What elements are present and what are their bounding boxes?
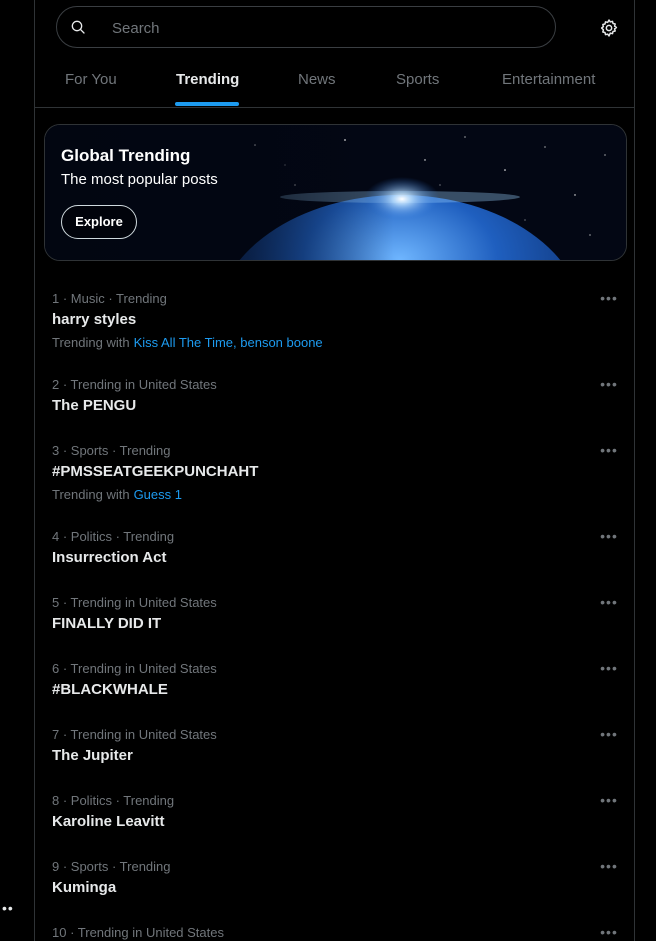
more-icon[interactable]: ••• <box>599 793 619 809</box>
more-icon[interactable]: ••• <box>599 859 619 875</box>
tab-news[interactable]: News <box>298 58 336 107</box>
tab-trending[interactable]: Trending <box>176 58 239 107</box>
tab-sports[interactable]: Sports <box>396 58 439 107</box>
active-tab-indicator <box>175 102 239 106</box>
trend-meta: 4 · Politics · Trending <box>52 529 175 544</box>
more-icon[interactable]: ••• <box>599 595 619 611</box>
trend-name: FINALLY DID IT <box>52 615 162 632</box>
trending-with-links[interactable]: Guess 1 <box>134 487 182 502</box>
explore-button[interactable]: Explore <box>61 205 137 239</box>
left-nav-edge: •• <box>0 0 34 941</box>
search-input[interactable] <box>110 7 534 49</box>
more-icon[interactable]: •• <box>2 901 14 915</box>
trend-meta: 8 · Politics · Trending <box>52 793 175 808</box>
trend-name: The PENGU <box>52 397 137 414</box>
search-icon <box>71 20 85 34</box>
more-icon[interactable]: ••• <box>599 727 619 743</box>
more-icon[interactable]: ••• <box>599 377 619 393</box>
banner-title: Global Trending <box>61 146 191 165</box>
trend-meta: 5 · Trending in United States <box>52 595 217 610</box>
trending-with-label: Trending with <box>52 487 130 502</box>
more-icon[interactable]: ••• <box>599 291 619 307</box>
trend-name: Karoline Leavitt <box>52 813 165 830</box>
more-icon[interactable]: ••• <box>599 925 619 941</box>
trend-name: #BLACKWHALE <box>52 681 168 698</box>
trend-meta: 2 · Trending in United States <box>52 377 217 392</box>
trend-name: The Jupiter <box>52 747 133 764</box>
trending-with-label: Trending with <box>52 335 130 350</box>
trend-meta: 10 · Trending in United States <box>52 925 224 940</box>
explore-column: For You Trending News Sports Entertainme… <box>34 0 635 941</box>
explore-tabs: For You Trending News Sports Entertainme… <box>35 58 634 108</box>
more-icon[interactable]: ••• <box>599 443 619 459</box>
global-trending-banner[interactable]: Global Trending The most popular posts E… <box>44 124 627 261</box>
tab-entertainment[interactable]: Entertainment <box>502 58 595 107</box>
more-icon[interactable]: ••• <box>599 661 619 677</box>
trend-name: Kuminga <box>52 879 117 896</box>
trend-name: Insurrection Act <box>52 549 167 566</box>
more-icon[interactable]: ••• <box>599 529 619 545</box>
trend-meta: 6 · Trending in United States <box>52 661 217 676</box>
tab-for-you[interactable]: For You <box>65 58 117 107</box>
trend-with: Trending with Kiss All The Time, benson b… <box>52 335 323 350</box>
trend-meta: 9 · Sports · Trending <box>52 859 171 874</box>
search-bar[interactable] <box>56 6 556 49</box>
trend-name: harry styles <box>52 311 137 328</box>
trend-meta: 7 · Trending in United States <box>52 727 217 742</box>
trend-with: Trending with Guess 1 <box>52 487 182 502</box>
settings-gear-icon[interactable] <box>599 18 619 38</box>
banner-subtitle: The most popular posts <box>61 171 218 188</box>
trend-meta: 3 · Sports · Trending <box>52 443 171 458</box>
trend-meta: 1 · Music · Trending <box>52 291 167 306</box>
trending-with-links[interactable]: Kiss All The Time, benson boone <box>134 335 323 350</box>
trend-name: #PMSSEATGEEKPUNCHAHT <box>52 463 259 480</box>
